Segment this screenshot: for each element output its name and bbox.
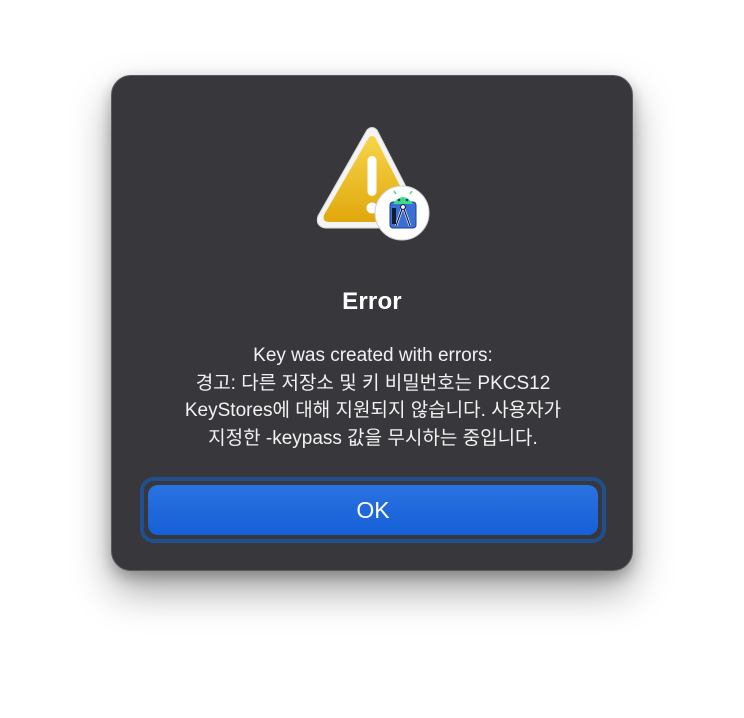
warning-icon	[311, 126, 435, 241]
ok-button[interactable]: OK	[148, 485, 598, 535]
message-line: Key was created with errors:	[253, 345, 493, 366]
screen: Error Key was created with errors: 경고: 다…	[0, 0, 744, 718]
ok-button-focus-ring: OK	[140, 477, 606, 543]
message-line: KeyStores에 대해 지원되지 않습니다. 사용자가	[184, 400, 562, 421]
message-line: 지정한 -keypass 값을 무시하는 중입니다.	[208, 427, 538, 449]
dialog-title: Error	[342, 288, 402, 315]
dialog-message: Key was created with errors: 경고: 다른 저장소 …	[142, 342, 604, 452]
message-line: 경고: 다른 저장소 및 키 비밀번호는 PKCS12	[195, 372, 551, 394]
android-studio-icon	[374, 185, 430, 241]
error-dialog: Error Key was created with errors: 경고: 다…	[111, 75, 633, 571]
